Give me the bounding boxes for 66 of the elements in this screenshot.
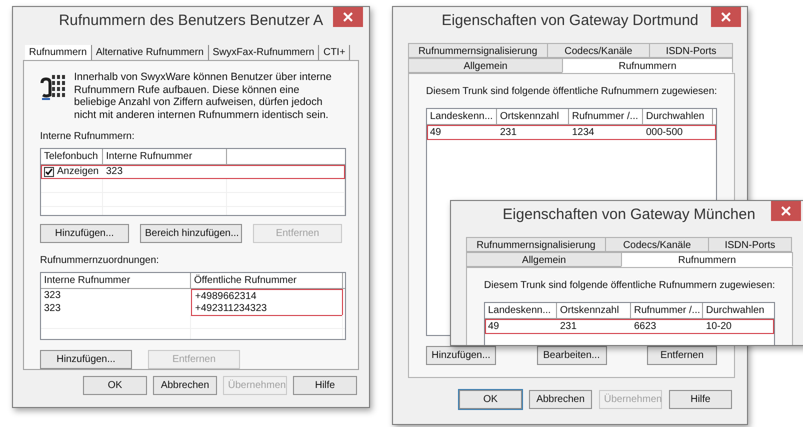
tab[interactable]: ISDN-Ports: [649, 43, 734, 58]
table-cell-text: 000-500: [645, 126, 684, 140]
tab[interactable]: Rufnummern: [621, 252, 793, 267]
push-button[interactable]: Entfernen: [647, 346, 717, 365]
tab[interactable]: Rufnummern: [25, 45, 92, 60]
close-icon: [721, 12, 731, 22]
push-button[interactable]: OK: [459, 390, 522, 409]
check-icon: [45, 168, 53, 176]
column-header[interactable]: Rufnummer /...: [569, 109, 643, 124]
tab[interactable]: ISDN-Ports: [708, 237, 792, 252]
close-button[interactable]: [771, 201, 801, 221]
push-button[interactable]: Hilfe: [669, 390, 732, 409]
table-cell-text: 10-20: [705, 320, 733, 334]
column-header[interactable]: Ortskennzahl: [497, 109, 569, 124]
table-cell-text: 231: [499, 126, 518, 140]
tab[interactable]: Allgemein: [466, 252, 622, 267]
push-button[interactable]: Hinzufügen...: [40, 350, 132, 369]
tab[interactable]: Codecs/Kanäle: [546, 43, 650, 58]
description-text: Diesem Trunk sind folgende öffentliche Rufnummern zugewiesen:: [426, 85, 718, 99]
push-button[interactable]: Bearbeiten...: [536, 346, 606, 365]
description-text: Innerhalb von SwyxWare können Benutzer über interne Rufnummern Rufe aufbauen. Diese können eine beliebige Anzahl von Ziffern aufweisen, dürfen jedoch nicht mit anderen internen Rufnummern identisch sein.: [74, 71, 333, 121]
tab[interactable]: Rufnummernsignalisierung: [408, 43, 548, 58]
table-cell-text: 231: [559, 320, 578, 334]
column-header[interactable]: Ortskennzahl: [557, 303, 631, 318]
table-cell-text: 323: [43, 302, 62, 316]
column-header[interactable]: Interne Rufnummer: [41, 273, 191, 288]
description-text: Diesem Trunk sind folgende öffentliche Rufnummern zugewiesen:: [484, 279, 776, 293]
column-header[interactable]: Telefonbuch: [41, 149, 103, 164]
column-header[interactable]: Durchwahlen: [703, 303, 774, 318]
window-title: Eigenschaften von Gateway Dortmund: [442, 11, 698, 32]
table-cell-text: 1234: [571, 126, 596, 140]
push-button[interactable]: Abbrechen: [529, 390, 592, 409]
keypad-icon: [40, 73, 66, 103]
close-button[interactable]: [711, 7, 741, 27]
column-header[interactable]: Landeskenn...: [485, 303, 557, 318]
window-title: Rufnummern des Benutzers Benutzer A: [58, 11, 324, 32]
column-header[interactable]: Durchwahlen: [643, 109, 713, 124]
tab[interactable]: Codecs/Kanäle: [605, 237, 709, 252]
table-cell-text: 49: [429, 126, 442, 140]
tab[interactable]: Rufnummern: [562, 58, 733, 73]
column-header[interactable]: Rufnummer /...: [631, 303, 703, 318]
close-button[interactable]: [333, 7, 363, 27]
table-cell-text: 49: [487, 320, 500, 334]
push-button[interactable]: OK: [83, 376, 147, 395]
push-button[interactable]: Hinzufügen...: [40, 224, 129, 243]
section-label: Interne Rufnummern:: [40, 130, 134, 144]
push-button[interactable]: Abbrechen: [153, 376, 217, 395]
table-cell-text: 323: [105, 165, 124, 179]
checkbox-label: Anzeigen: [57, 165, 99, 179]
table-cell: +492311234323: [191, 302, 343, 316]
checkbox[interactable]: [44, 166, 54, 176]
push-button[interactable]: Bereich hinzufügen...: [140, 224, 242, 243]
tab[interactable]: Rufnummernsignalisierung: [466, 237, 606, 252]
table-cell-text: 6623: [633, 320, 658, 334]
table-cell-text: 323: [43, 289, 62, 303]
column-header[interactable]: Öffentliche Rufnummer: [191, 273, 343, 288]
push-button[interactable]: Hilfe: [293, 376, 357, 395]
close-icon: [781, 206, 791, 216]
column-header[interactable]: Landeskenn...: [427, 109, 497, 124]
close-icon: [343, 12, 353, 22]
column-header[interactable]: Interne Rufnummer: [103, 149, 227, 164]
tab[interactable]: Allgemein: [408, 58, 564, 73]
section-label: Rufnummernzuordnungen:: [40, 254, 159, 268]
window-title: Eigenschaften von Gateway München: [502, 205, 756, 226]
push-button[interactable]: Hinzufügen...: [426, 346, 496, 365]
table-cell: +4989662314: [191, 289, 343, 303]
